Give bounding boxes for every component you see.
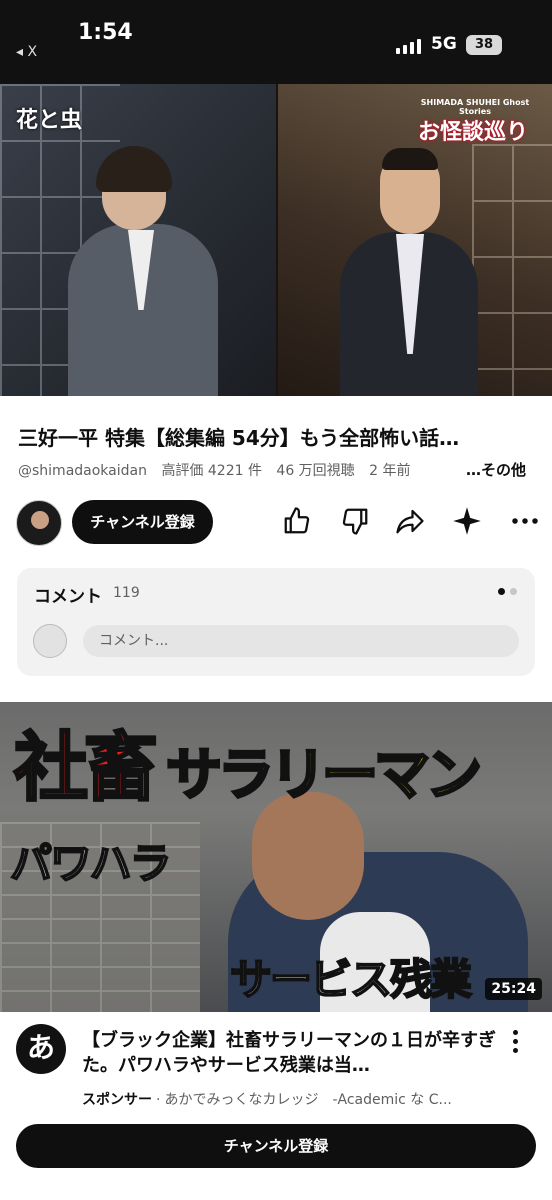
signal-icon bbox=[396, 38, 421, 54]
comment-input[interactable]: コメント... bbox=[83, 625, 519, 657]
description-more-link[interactable]: …その他 bbox=[466, 459, 526, 480]
advertiser-logo[interactable]: あ bbox=[16, 1024, 66, 1074]
view-count: 46 万回視聴 bbox=[276, 463, 355, 479]
ad-menu-button[interactable] bbox=[510, 1030, 520, 1057]
advertiser-name: あかでみっくなカレッジ -Academic な C... bbox=[164, 1092, 452, 1108]
user-avatar bbox=[33, 624, 67, 658]
ellipsis-icon bbox=[512, 518, 538, 524]
ad-subscribe-button[interactable]: チャンネル登録 bbox=[16, 1124, 536, 1168]
thumb-text-white-2: サービス残業 bbox=[229, 954, 473, 1005]
back-to-app-link[interactable]: ◂ X bbox=[16, 44, 37, 60]
sponsor-label: スポンサー bbox=[82, 1092, 152, 1108]
status-time: 1:54 bbox=[78, 20, 133, 45]
thumb-text-red: 社畜 bbox=[13, 724, 160, 813]
video-player[interactable]: 花と虫 SHIMADA SHUHEI Ghost Stories お怪談巡り bbox=[0, 84, 552, 396]
duration-badge: 25:24 bbox=[485, 978, 542, 1000]
share-arrow-icon bbox=[396, 509, 424, 534]
ad-video-thumbnail[interactable]: 社畜 サラリーマン パワハラ サービス残業 25:24 bbox=[0, 702, 552, 1012]
more-actions-button[interactable] bbox=[510, 506, 540, 536]
carousel-dots bbox=[498, 588, 517, 595]
upload-age: 2 年前 bbox=[369, 463, 411, 479]
channel-handle[interactable]: @shimadaokaidan bbox=[18, 463, 147, 479]
subscribe-button[interactable]: チャンネル登録 bbox=[72, 500, 213, 544]
video-overlay-brand: お怪談巡り bbox=[418, 119, 529, 145]
video-info: 三好一平 特集【総集編 54分】もう全部怖い話… @shimadaokaidan… bbox=[0, 396, 552, 696]
thumbs-up-icon bbox=[284, 507, 310, 534]
status-bar: 1:54 ◂ X 5G 38 bbox=[0, 0, 552, 84]
network-type: 5G bbox=[431, 34, 457, 54]
video-overlay-title: 花と虫 bbox=[16, 107, 83, 133]
ai-summary-button[interactable] bbox=[452, 506, 482, 536]
comments-panel[interactable]: コメント 119 コメント... bbox=[17, 568, 535, 676]
thumb-text-white-1: パワハラ bbox=[9, 838, 173, 889]
battery-icon: 38 bbox=[466, 35, 502, 55]
ad-title[interactable]: 【ブラック企業】社畜サラリーマンの１日が辛すぎた。パワハラやサービス残業は当… bbox=[82, 1028, 502, 1078]
sparkle-icon bbox=[453, 507, 481, 535]
like-count: 高評価 4221 件 bbox=[161, 463, 262, 479]
comments-count: 119 bbox=[113, 585, 140, 601]
ad-sponsor-line: スポンサー · あかでみっくなカレッジ -Academic な C... bbox=[82, 1092, 452, 1108]
channel-avatar[interactable] bbox=[16, 500, 62, 546]
comments-label: コメント bbox=[34, 587, 102, 607]
dislike-button[interactable] bbox=[340, 506, 370, 536]
video-meta[interactable]: @shimadaokaidan 高評価 4221 件 46 万回視聴 2 年前 bbox=[18, 460, 458, 480]
share-button[interactable] bbox=[395, 506, 425, 536]
like-button[interactable] bbox=[282, 506, 312, 536]
video-title[interactable]: 三好一平 特集【総集編 54分】もう全部怖い話… bbox=[18, 422, 538, 451]
thumb-text-yellow: サラリーマン bbox=[165, 742, 484, 810]
thumbs-down-icon bbox=[342, 508, 368, 535]
